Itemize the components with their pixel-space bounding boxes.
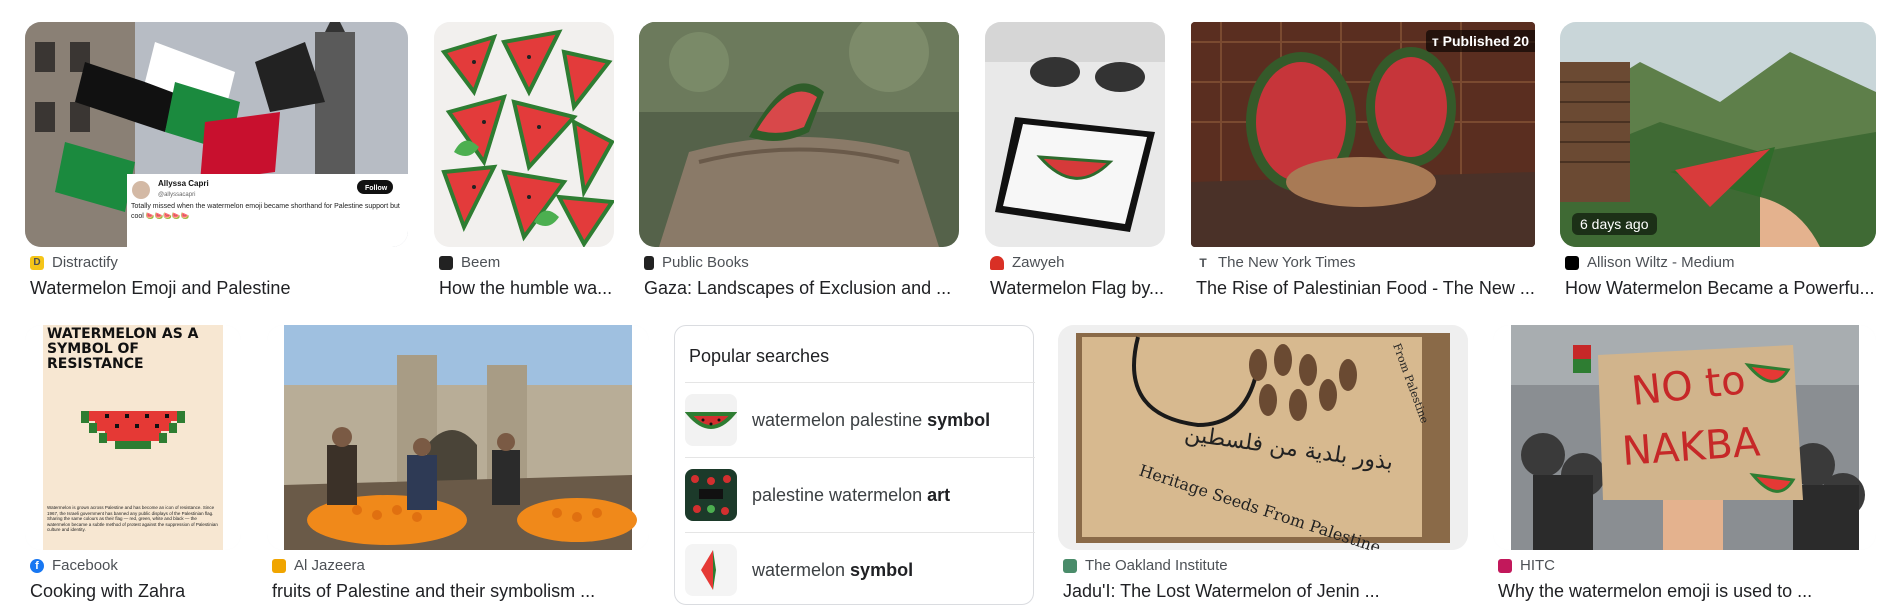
popular-search-thumb	[685, 469, 737, 521]
result-image[interactable]	[267, 325, 649, 550]
broken-watermelon-photo	[639, 22, 959, 247]
nytimes-icon: T	[1199, 255, 1207, 270]
sign-line2: NAKBA	[1620, 419, 1762, 475]
result-image[interactable]	[639, 22, 959, 247]
resistance-poster: WATERMELON AS A SYMBOL OF RESISTANCE Wat…	[25, 325, 241, 550]
result-source: T The New York Times	[1196, 254, 1355, 271]
popular-searches-heading: Popular searches	[689, 346, 830, 366]
result-title[interactable]: Watermelon Flag by...	[990, 278, 1165, 299]
oakland-institute-icon	[1063, 558, 1077, 573]
result-card-aljazeera[interactable]: Al Jazeera fruits of Palestine and their…	[267, 325, 649, 610]
result-card-public-books[interactable]: Public Books Gaza: Landscapes of Exclusi…	[639, 22, 959, 307]
hitc-icon	[1498, 558, 1512, 573]
heritage-seeds-photo: بذور بلدية من فلسطين Heritage Seeds From…	[1058, 325, 1468, 550]
watermelon-icon	[990, 255, 1004, 270]
result-title[interactable]: How Watermelon Became a Powerfu...	[1565, 278, 1876, 299]
result-source: HITC	[1498, 557, 1555, 574]
popular-search-text: watermelon symbol	[752, 559, 914, 580]
result-card-oakland-institute[interactable]: بذور بلدية من فلسطين Heritage Seeds From…	[1058, 325, 1468, 610]
result-source: Allison Wiltz - Medium	[1565, 254, 1735, 271]
tweet-text: Totally missed when the watermelon emoji…	[131, 203, 400, 220]
popular-search-text: palestine watermelon art	[752, 484, 951, 505]
result-title[interactable]: How the humble wa...	[439, 278, 614, 299]
flags-photo: Allyssa Capri @allyssacapri Follow Total…	[25, 22, 408, 247]
popular-search-item[interactable]: watermelon palestine symbol	[685, 382, 1035, 457]
result-image[interactable]: بذور بلدية من فلسطين Heritage Seeds From…	[1058, 325, 1468, 550]
bookmark-icon	[644, 255, 654, 270]
result-image[interactable]: Allyssa Capri @allyssacapri Follow Total…	[25, 22, 408, 247]
result-card-beem[interactable]: Beem How the humble wa...	[434, 22, 614, 307]
popular-search-thumb	[685, 394, 737, 446]
framed-watermelon-photo	[985, 22, 1165, 247]
popular-search-text: watermelon palestine symbol	[752, 409, 991, 430]
result-source: Beem	[439, 254, 500, 271]
watermelon-slices-photo	[434, 22, 614, 247]
result-title[interactable]: Cooking with Zahra	[30, 581, 241, 602]
result-image[interactable]	[434, 22, 614, 247]
tweet-handle: @allyssacapri	[158, 192, 195, 198]
tweet-follow: Follow	[365, 185, 388, 192]
result-image[interactable]: 6 days ago	[1560, 22, 1876, 247]
tweet-name: Allyssa Capri	[158, 179, 209, 188]
result-card-hitc[interactable]: NO to NAKBA HITC Why the watermelon emoj…	[1493, 325, 1876, 610]
result-source: Al Jazeera	[272, 557, 365, 574]
popular-searches-panel: Popular searches watermelon palestine sy…	[674, 325, 1035, 607]
poster-body: Watermelon is grown across Palestine and…	[47, 505, 218, 532]
protest-sign-photo: NO to NAKBA	[1493, 325, 1876, 550]
market-gate-photo	[267, 325, 649, 550]
result-title[interactable]: fruits of Palestine and their symbolism …	[272, 581, 649, 602]
result-title[interactable]: The Rise of Palestinian Food - The New .…	[1196, 278, 1535, 299]
result-image[interactable]	[985, 22, 1165, 247]
result-card-facebook[interactable]: WATERMELON AS A SYMBOL OF RESISTANCE Wat…	[25, 325, 241, 610]
result-card-zawyeh[interactable]: Zawyeh Watermelon Flag by...	[985, 22, 1165, 307]
result-title[interactable]: Jadu'I: The Lost Watermelon of Jenin ...	[1063, 581, 1468, 602]
facebook-icon: f	[30, 558, 44, 573]
result-source: Public Books	[644, 254, 749, 271]
result-source: f Facebook	[30, 557, 118, 574]
beem-icon	[439, 255, 453, 270]
result-title[interactable]: Watermelon Emoji and Palestine	[30, 278, 408, 299]
medium-icon	[1565, 255, 1579, 270]
distractify-icon: D	[30, 255, 44, 270]
popular-search-item[interactable]: watermelon symbol	[685, 532, 1035, 607]
watermelon-dish-photo	[1191, 22, 1535, 247]
result-card-distractify[interactable]: Allyssa Capri @allyssacapri Follow Total…	[25, 22, 408, 307]
result-image[interactable]: NO to NAKBA	[1493, 325, 1876, 550]
result-title[interactable]: Gaza: Landscapes of Exclusion and ...	[644, 278, 959, 299]
result-image[interactable]: WATERMELON AS A SYMBOL OF RESISTANCE Wat…	[25, 325, 241, 550]
result-source: The Oakland Institute	[1063, 557, 1228, 574]
aljazeera-icon	[272, 558, 286, 573]
result-source: D Distractify	[30, 254, 118, 271]
result-title[interactable]: Why the watermelon emoji is used to ...	[1498, 581, 1876, 602]
poster-heading: WATERMELON AS A SYMBOL OF RESISTANCE	[47, 327, 199, 372]
published-overlay: ᴛ Published 20	[1425, 30, 1535, 52]
result-card-medium[interactable]: 6 days ago Allison Wiltz - Medium How Wa…	[1560, 22, 1876, 307]
result-card-nytimes[interactable]: ᴛ Published 20 T The New York Times The R…	[1191, 22, 1535, 307]
popular-search-item[interactable]: palestine watermelon art	[685, 457, 1035, 532]
age-badge: 6 days ago	[1572, 213, 1657, 235]
popular-search-thumb	[685, 544, 737, 596]
result-source: Zawyeh	[990, 254, 1065, 271]
result-image[interactable]: ᴛ Published 20	[1191, 22, 1535, 247]
